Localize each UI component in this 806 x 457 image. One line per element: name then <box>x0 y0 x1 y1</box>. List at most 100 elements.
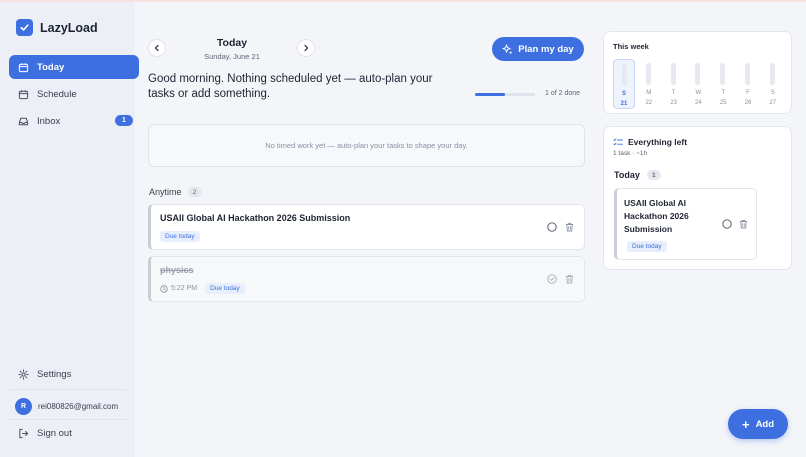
task-title: USAII Global AI Hackathon 2026 Submissio… <box>160 213 351 223</box>
everything-left-summary: 1 task · ~1h <box>613 150 648 157</box>
today-group-header: Today 1 <box>614 170 661 180</box>
main-content: Today Sunday, June 21 Plan my day Good m… <box>135 2 806 457</box>
day-number: 27 <box>769 100 777 106</box>
plus-icon: + <box>741 416 750 432</box>
task-card-completed[interactable]: physics 5:22 PM Due today <box>148 256 585 302</box>
sidebar-item-settings[interactable]: Settings <box>9 362 139 386</box>
day-load-bar <box>769 63 775 85</box>
day-number: 26 <box>744 100 752 106</box>
day-load-bar <box>745 63 750 85</box>
daily-progress-bar <box>475 93 535 96</box>
sign-out-label: Sign out <box>37 427 72 439</box>
due-tag: Due today <box>205 283 245 294</box>
sidebar-item-label: Settings <box>37 368 72 380</box>
add-task-button[interactable]: + Add <box>728 409 788 439</box>
day-number: 22 <box>645 100 653 106</box>
task-title: physics <box>160 265 194 275</box>
week-day-6[interactable]: S 27 <box>762 59 784 109</box>
day-letter: T <box>671 90 676 96</box>
due-tag: Due today <box>627 241 667 252</box>
plan-button-label: Plan my day <box>518 43 574 55</box>
anytime-count-badge: 2 <box>187 187 202 197</box>
sidebar-item-label: Inbox <box>37 115 61 127</box>
gear-icon <box>17 368 29 380</box>
trash-icon[interactable] <box>565 222 574 232</box>
day-number: 21 <box>620 101 628 107</box>
complete-circle-icon[interactable] <box>722 219 732 229</box>
next-day-button[interactable] <box>297 39 315 57</box>
day-number: 24 <box>695 100 702 106</box>
everything-left-title: Everything left <box>628 137 688 147</box>
day-letter: W <box>695 90 702 96</box>
brand: LazyLoad <box>16 19 98 36</box>
sign-out-icon <box>17 427 29 439</box>
sparkle-icon <box>502 43 513 55</box>
day-letter: M <box>646 90 652 96</box>
timed-work-empty-state: No timed work yet — auto-plan your tasks… <box>148 124 585 167</box>
task-card[interactable]: USAII Global AI Hackathon 2026 Submissio… <box>148 204 585 250</box>
complete-circle-icon[interactable] <box>547 222 557 232</box>
day-letter: S <box>770 90 775 96</box>
week-day-3[interactable]: W 24 <box>687 59 709 109</box>
logo-check-icon <box>16 19 33 36</box>
user-email: rei080826@gmail.com <box>38 402 119 411</box>
day-load-bar <box>720 63 726 85</box>
prev-day-button[interactable] <box>148 39 166 57</box>
everything-left-card: Everything left 1 task · ~1h Today 1 USA… <box>603 126 792 270</box>
calendar-today-icon <box>17 61 29 73</box>
checklist-icon <box>613 138 623 145</box>
day-letter: F <box>746 90 750 96</box>
day-letter: S <box>621 91 626 97</box>
sidebar-item-inbox[interactable]: Inbox 1 <box>9 109 139 133</box>
anytime-section-header: Anytime 2 <box>149 187 202 197</box>
week-title: This week <box>613 42 649 51</box>
task-actions <box>539 222 574 232</box>
day-load-bar <box>695 63 701 85</box>
daily-progress-fill <box>475 93 505 96</box>
trash-icon[interactable] <box>565 274 574 284</box>
sidebar-item-label: Today <box>37 61 65 73</box>
day-load-bar <box>645 63 651 85</box>
sidebar-divider <box>9 419 127 420</box>
week-overview-card: This week S 21 M 22 T 23 W 24 T 25 F 26 S 27 <box>603 31 792 114</box>
current-date: Sunday, June 21 <box>204 52 260 61</box>
due-tag: Due today <box>160 231 200 242</box>
day-load-bar <box>670 63 676 85</box>
day-letter: T <box>721 90 726 96</box>
sidebar-item-schedule[interactable]: Schedule <box>9 82 139 106</box>
week-day-4[interactable]: T 25 <box>712 59 734 109</box>
add-button-label: Add <box>755 418 775 430</box>
trash-icon[interactable] <box>739 219 748 229</box>
today-count-badge: 1 <box>646 170 661 180</box>
week-day-5[interactable]: F 26 <box>737 59 759 109</box>
week-day-0[interactable]: S 21 <box>613 59 635 109</box>
task-time: 5:22 PM <box>171 285 198 292</box>
avatar: R <box>15 398 32 415</box>
page-title: Today <box>216 37 248 49</box>
group-title: Today <box>614 170 640 180</box>
plan-my-day-button[interactable]: Plan my day <box>492 37 584 61</box>
empty-state-text: No timed work yet — auto-plan your tasks… <box>265 141 468 150</box>
user-account[interactable]: R rei080826@gmail.com <box>15 398 118 415</box>
week-day-2[interactable]: T 23 <box>663 59 685 109</box>
task-actions <box>715 219 748 229</box>
sidebar-divider <box>9 389 127 390</box>
clock-icon <box>160 284 168 293</box>
sidebar-item-today[interactable]: Today <box>9 55 139 79</box>
task-meta: Due today <box>160 231 200 242</box>
sidebar: LazyLoad Today Schedule Inbox 1 Settings… <box>0 2 139 457</box>
greeting-message: Good morning. Nothing scheduled yet — au… <box>148 73 433 100</box>
calendar-icon <box>17 88 29 100</box>
sign-out-button[interactable]: Sign out <box>9 421 139 445</box>
inbox-count-badge: 1 <box>115 115 133 126</box>
sidebar-item-label: Schedule <box>37 88 77 100</box>
day-number: 25 <box>719 100 727 106</box>
task-card[interactable]: USAII Global AI Hackathon 2026 Submissio… <box>614 188 757 260</box>
week-day-1[interactable]: M 22 <box>638 59 660 109</box>
task-meta: 5:22 PM Due today <box>160 283 245 294</box>
inbox-icon <box>17 115 29 127</box>
completed-check-icon[interactable] <box>547 274 557 284</box>
task-title: USAII Global AI Hackathon 2026 Submissio… <box>624 198 689 234</box>
chevron-right-icon <box>304 44 309 52</box>
day-number: 23 <box>670 100 677 106</box>
